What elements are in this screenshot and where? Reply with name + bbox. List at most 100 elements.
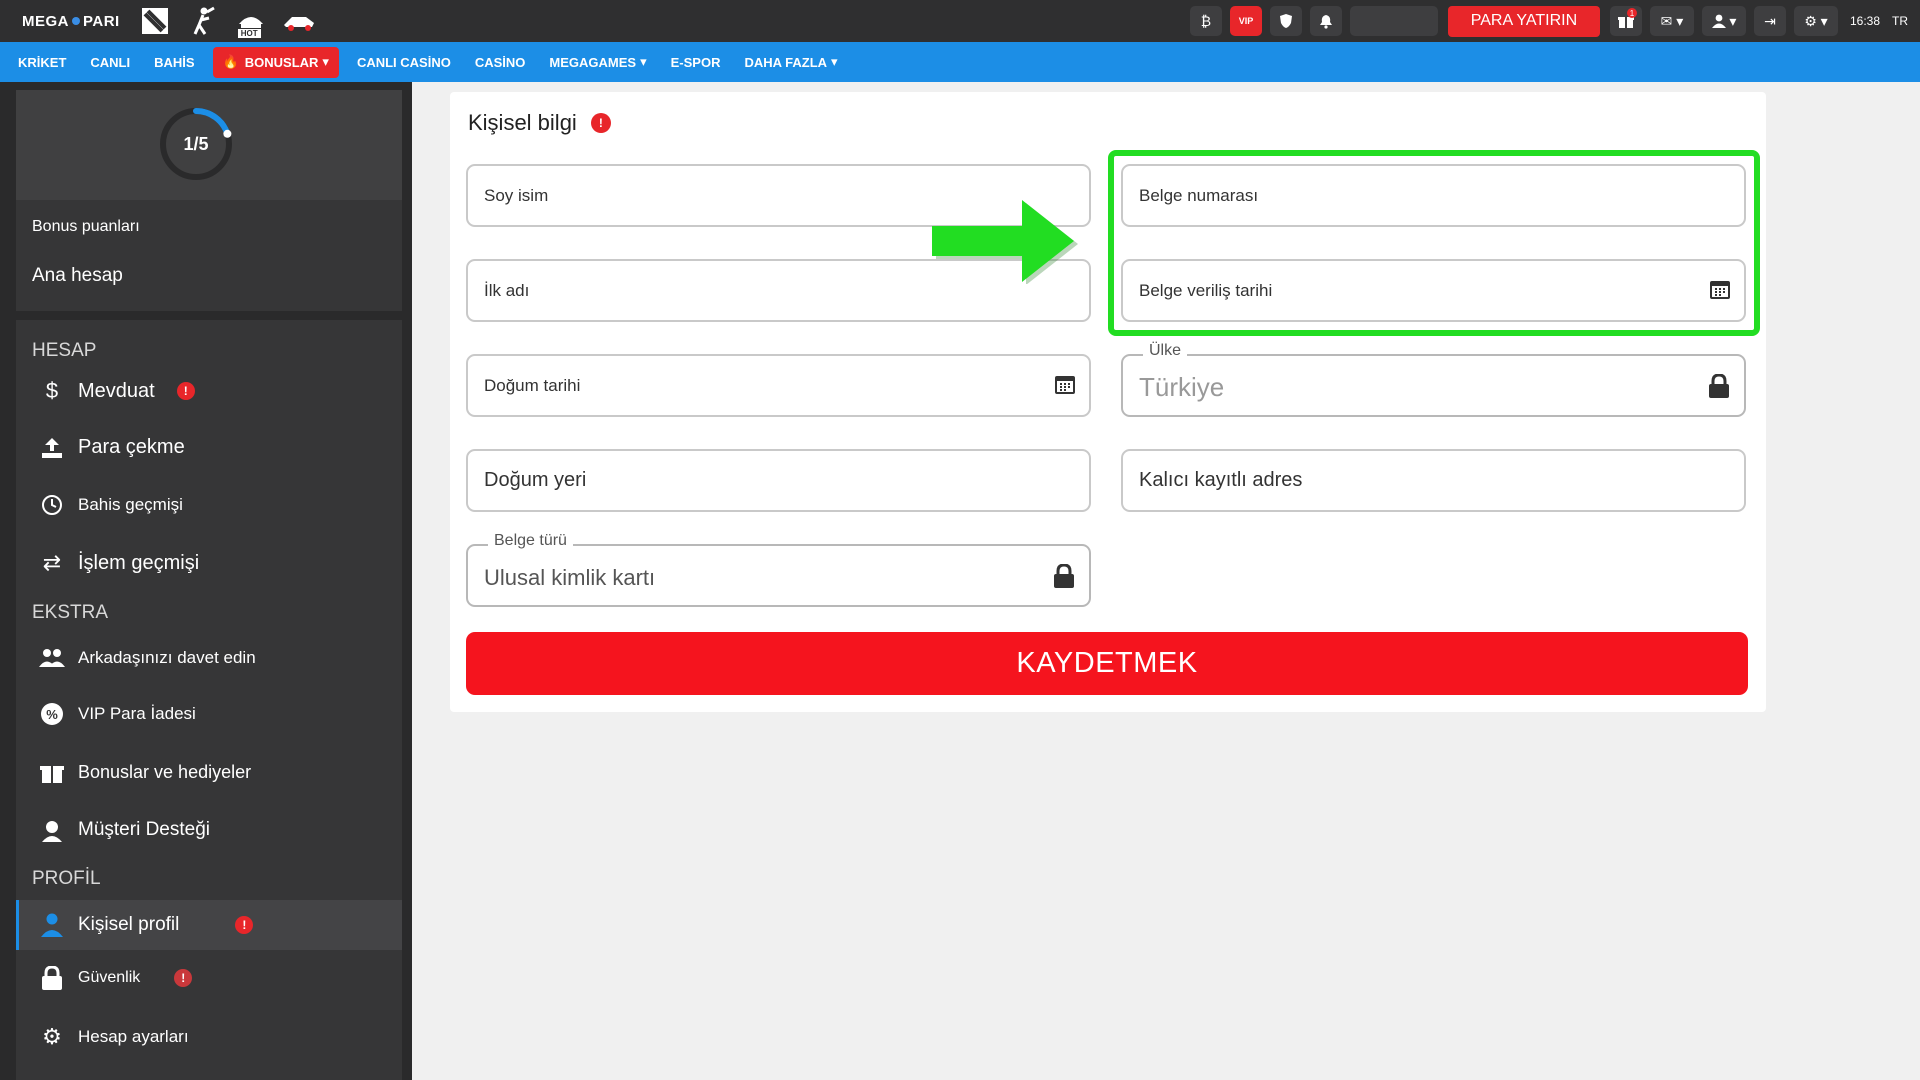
logout-icon[interactable]: ⇥ — [1753, 6, 1786, 36]
balance-display[interactable] — [1349, 6, 1438, 36]
support-agent-icon — [38, 818, 66, 842]
menu-vip-cashback-label: VIP Para İadesi — [78, 704, 196, 723]
level-progress-ring[interactable]: 1/5 — [158, 106, 234, 182]
vip-button[interactable]: VIP — [1229, 6, 1262, 36]
bell-icon[interactable] — [1309, 6, 1342, 36]
bitcoin-icon[interactable]: ₿ — [1189, 6, 1222, 36]
hot-games-icon[interactable]: HOT — [234, 6, 268, 38]
document-type-value: Ulusal kimlik kartı — [484, 564, 656, 590]
calendar-icon[interactable] — [1055, 374, 1075, 400]
gift-icon[interactable]: 1 — [1609, 6, 1642, 36]
user-icon — [38, 913, 66, 937]
menu-support[interactable]: Müşteri Desteği — [38, 818, 210, 842]
menu-invite-label: Arkadaşınızı davet edin — [78, 648, 256, 667]
menu-invite[interactable]: Arkadaşınızı davet edin — [38, 648, 256, 668]
svg-text:%: % — [46, 707, 58, 722]
menu-bonuses[interactable]: Bonuslar ve hediyeler — [38, 760, 251, 784]
nav-esports[interactable]: E-SPOR — [659, 42, 733, 82]
logo-dot — [72, 17, 80, 25]
nav-bonuses-label: BONUSLAR — [244, 54, 319, 70]
lock-icon — [1708, 373, 1730, 404]
dollar-icon: $ — [45, 378, 59, 403]
users-icon — [38, 648, 66, 668]
logo-left: MEGA — [22, 12, 69, 30]
menu-deposit[interactable]: $ Mevduat ! — [38, 378, 195, 404]
nav-bonuses[interactable]: 🔥 BONUSLAR ▾ — [212, 46, 339, 78]
menu-personal-profile[interactable]: Kişisel profil ! — [16, 900, 402, 950]
birth-date-placeholder: Doğum tarihi — [484, 375, 581, 395]
arrow-right-icon — [932, 198, 1080, 289]
page-title: Kişisel bilgi ! — [468, 110, 611, 136]
menu-deposit-label: Mevduat — [78, 379, 155, 402]
main-account-label[interactable]: Ana hesap — [32, 265, 123, 287]
top-bar: MEGA PARI HOT ₿ VIP PARA YATIRIN 1 ✉ ▾ ▾… — [0, 0, 1920, 42]
nav-live[interactable]: CANLI — [78, 42, 142, 82]
hot-label: HOT — [237, 29, 261, 38]
warning-icon: ! — [590, 113, 611, 133]
menu-account-settings[interactable]: ⚙ Hesap ayarları — [38, 1024, 189, 1050]
menu-withdraw-label: Para çekme — [78, 436, 185, 458]
shield-icon[interactable] — [1269, 6, 1302, 36]
bonus-points-label[interactable]: Bonus puanları — [32, 218, 140, 236]
save-button[interactable]: KAYDETMEK — [466, 632, 1748, 695]
deposit-button[interactable]: PARA YATIRIN — [1447, 5, 1600, 37]
menu-bonuses-label: Bonuslar ve hediyeler — [78, 761, 252, 782]
warning-icon: ! — [235, 916, 254, 934]
country-value: Türkiye — [1139, 372, 1225, 402]
nav-megagames[interactable]: MEGAGAMES ▾ — [537, 42, 658, 82]
account-menu: HESAP $ Mevduat ! Para çekme Bahis geçmi… — [16, 320, 402, 1080]
menu-account-settings-label: Hesap ayarları — [78, 1027, 189, 1046]
lock-icon — [1053, 563, 1075, 594]
nav-more[interactable]: DAHA FAZLA ▾ — [732, 42, 849, 82]
first-name-placeholder: İlk adı — [484, 280, 530, 300]
cricket-icon[interactable] — [186, 6, 220, 36]
menu-security-label: Güvenlik — [78, 969, 141, 986]
chevron-down-icon: ▾ — [640, 54, 647, 69]
surname-placeholder: Soy isim — [484, 185, 549, 205]
user-menu-icon[interactable]: ▾ — [1701, 6, 1746, 36]
gift-icon — [38, 760, 66, 784]
country-field: Ülke Türkiye — [1121, 342, 1746, 417]
menu-vip-cashback[interactable]: % VIP Para İadesi — [38, 702, 196, 726]
document-type-label: Belge türü — [488, 532, 573, 550]
menu-security[interactable]: Güvenlik ! — [38, 966, 193, 990]
top-right-actions: ₿ VIP PARA YATIRIN 1 ✉ ▾ ▾ ⇥ ⚙ ▾ 16:38 T… — [1189, 0, 1920, 42]
warning-icon: ! — [174, 969, 193, 987]
logo-right: PARI — [83, 12, 120, 30]
nav-betting[interactable]: BAHİS — [142, 42, 206, 82]
chevron-down-icon: ▾ — [831, 54, 838, 69]
language-selector[interactable]: TR — [1892, 14, 1908, 28]
menu-personal-profile-label: Kişisel profil — [78, 914, 180, 935]
nav-live-casino[interactable]: CANLI CASİNO — [345, 42, 463, 82]
logo[interactable]: MEGA PARI — [22, 13, 120, 30]
birth-place-field[interactable]: Doğum yeri — [466, 449, 1091, 512]
nav-cricket[interactable]: KRİKET — [6, 42, 78, 82]
sidebar: 1/5 Bonus puanları Ana hesap HESAP $ Mev… — [0, 82, 412, 1080]
menu-support-label: Müşteri Desteği — [78, 819, 210, 840]
menu-withdraw[interactable]: Para çekme — [38, 436, 185, 459]
nav-megagames-label: MEGAGAMES — [549, 54, 637, 70]
dota-icon[interactable] — [138, 6, 172, 36]
nav-casino[interactable]: CASİNO — [463, 42, 538, 82]
menu-bet-history[interactable]: Bahis geçmişi — [38, 494, 183, 516]
country-label: Ülke — [1143, 342, 1188, 360]
menu-tx-history-label: İşlem geçmişi — [78, 551, 200, 574]
document-type-field: Belge türü Ulusal kimlik kartı — [466, 532, 1091, 607]
clock-icon — [38, 494, 66, 516]
chevron-down-icon: ▾ — [322, 54, 329, 69]
settings-icon[interactable]: ⚙ ▾ — [1793, 6, 1838, 36]
clock[interactable]: 16:38 — [1850, 14, 1880, 28]
menu-tx-history[interactable]: ⇄ İşlem geçmişi — [38, 550, 199, 576]
address-field[interactable]: Kalıcı kayıtlı adres — [1121, 449, 1746, 512]
address-placeholder: Kalıcı kayıtlı adres — [1139, 469, 1303, 491]
birth-date-field[interactable]: Doğum tarihi — [466, 354, 1091, 417]
mail-icon[interactable]: ✉ ▾ — [1649, 6, 1694, 36]
lock-icon — [38, 966, 66, 990]
percent-badge-icon: % — [38, 702, 66, 726]
level-text: 1/5 — [183, 133, 209, 154]
racing-icon[interactable] — [282, 6, 316, 36]
account-summary: 1/5 Bonus puanları Ana hesap — [16, 90, 402, 311]
transfer-icon: ⇄ — [42, 550, 62, 575]
highlight-box — [1108, 150, 1760, 336]
game-shortcuts: HOT — [138, 6, 316, 38]
